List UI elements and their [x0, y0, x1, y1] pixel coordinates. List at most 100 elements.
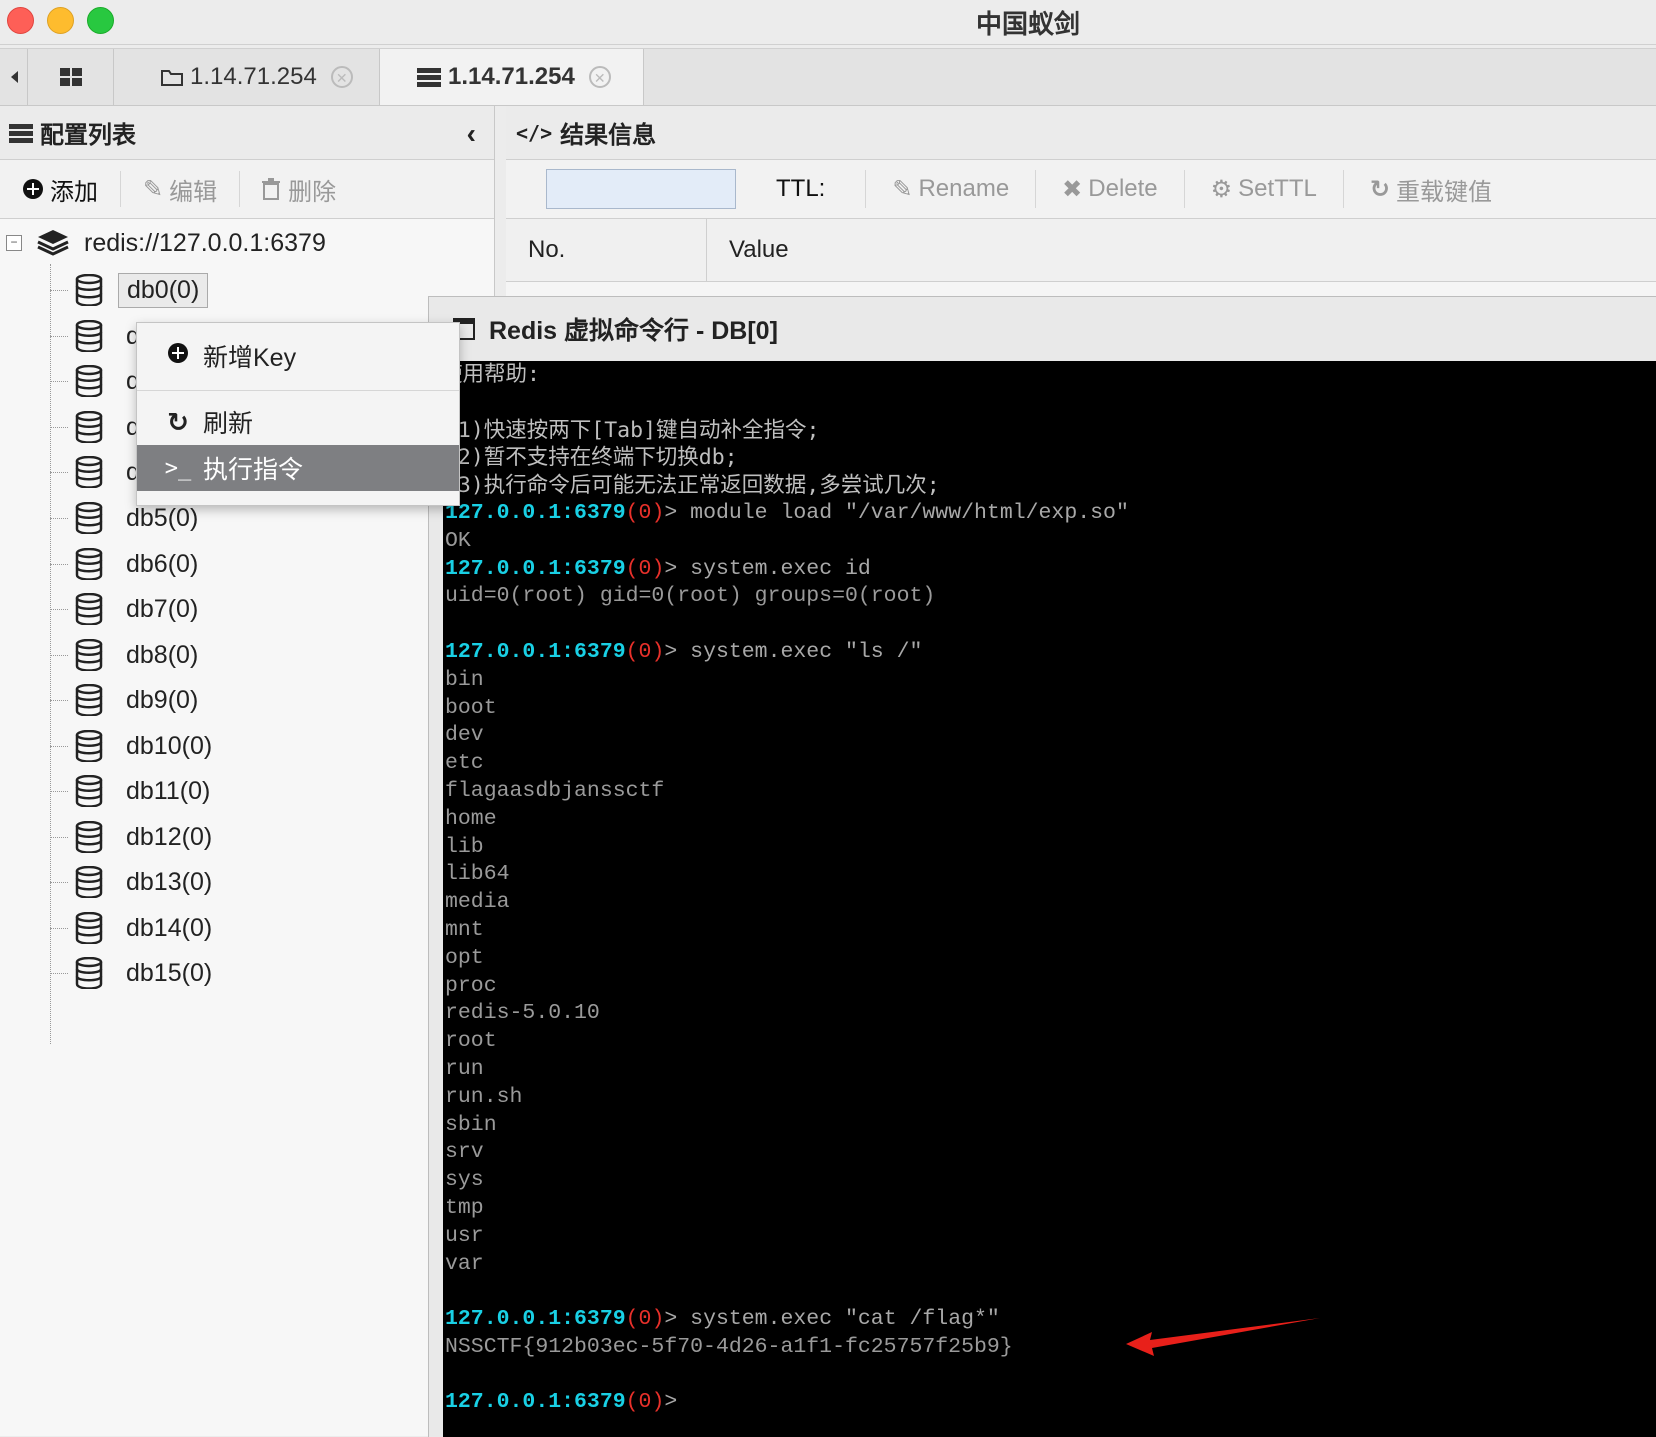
tree-item-db6[interactable]: db6(0): [50, 542, 206, 586]
tree-item-db11[interactable]: db11(0): [50, 769, 218, 813]
help-line: 1)快速按两下[Tab]键自动补全指令;: [457, 417, 820, 443]
tab-database[interactable]: 1.14.71.254 ✕: [380, 49, 644, 105]
collapse-chevron-icon[interactable]: ‹: [467, 118, 476, 150]
config-list-header: 配置列表 ‹: [0, 106, 494, 160]
title-bar: 中国蚁剑: [0, 0, 1656, 45]
database-icon: [75, 411, 103, 443]
delete-key-button[interactable]: ✖ Delete: [1035, 170, 1183, 208]
plus-circle-icon: [23, 179, 43, 199]
result-table-header: No. Value: [506, 219, 1656, 282]
prompt-db: (0): [625, 639, 665, 664]
prompt-host: 127.0.0.1:6379: [445, 639, 626, 664]
terminal-output[interactable]: 使用帮助: 1)快速按两下[Tab]键自动补全指令; 2)暂不支持在终端下切换d…: [443, 361, 1656, 1437]
tree-item-label: db7(0): [126, 594, 199, 623]
tree-item-label: db0(0): [118, 272, 209, 308]
command-text: module load "/var/www/html/exp.so": [690, 500, 1129, 525]
ls-entry: media: [445, 890, 510, 915]
database-icon: [75, 821, 103, 853]
help-line: 3)执行命令后可能无法正常返回数据,多尝试几次;: [457, 473, 940, 499]
rename-label: Rename: [918, 175, 1010, 202]
tab-scroll-left-button[interactable]: [0, 49, 28, 105]
tab-label: 1.14.71.254: [448, 63, 575, 90]
delete-button[interactable]: 删除: [240, 171, 358, 207]
tree-item-db10[interactable]: db10(0): [50, 724, 220, 768]
tab-bar: 1.14.71.254 ✕ 1.14.71.254 ✕: [0, 48, 1656, 106]
tree-item-db14[interactable]: db14(0): [50, 906, 220, 950]
rename-button[interactable]: ✎ Rename: [865, 170, 1035, 208]
menu-item-refresh[interactable]: ↻ 刷新: [137, 399, 459, 445]
redis-terminal-window: Redis 虚拟命令行 - DB[0] 使用帮助: 1)快速按两下[Tab]键自…: [428, 296, 1656, 1437]
tab-shell[interactable]: 1.14.71.254 ✕: [114, 49, 380, 105]
menu-item-label: 执行指令: [203, 456, 304, 484]
tab-close-icon[interactable]: ✕: [330, 66, 353, 88]
output-line: uid=0(root) gid=0(root) groups=0(root): [445, 584, 936, 609]
database-icon: [75, 548, 103, 580]
menu-item-new-key[interactable]: 新增Key: [137, 333, 459, 379]
tree-connector: [50, 426, 68, 428]
tree-item-label: db9(0): [126, 685, 199, 714]
column-no[interactable]: No.: [506, 219, 707, 281]
tree-connector: [50, 608, 68, 610]
help-title: 使用帮助:: [443, 362, 540, 387]
ls-entry: usr: [445, 1223, 484, 1248]
reload-button[interactable]: ↻ 重载键值: [1342, 170, 1518, 208]
edit-button[interactable]: ✎ 编辑: [121, 171, 241, 207]
prompt-db: (0): [625, 556, 665, 581]
add-label: 添加: [50, 178, 98, 206]
database-icon: [75, 639, 103, 671]
server-icon: [9, 123, 33, 143]
ls-entry: bin: [445, 667, 484, 692]
database-icon: [75, 775, 103, 807]
annotation-arrow-icon: [1126, 1318, 1320, 1356]
tree-item-db8[interactable]: db8(0): [50, 633, 206, 677]
ttl-label: TTL:: [776, 175, 826, 202]
tree-item-db0[interactable]: db0(0): [50, 268, 209, 312]
tree-root-node[interactable]: − redis://127.0.0.1:6379: [6, 228, 326, 258]
tree-connector: [50, 654, 68, 656]
ls-entry: tmp: [445, 1195, 484, 1220]
grid-icon: [59, 68, 82, 86]
ls-entry: lib: [445, 834, 484, 859]
tab-close-icon[interactable]: ✕: [588, 66, 611, 88]
tree-item-db9[interactable]: db9(0): [50, 678, 206, 722]
ls-entry: dev: [445, 723, 484, 748]
collapse-icon[interactable]: −: [6, 235, 22, 251]
context-menu: 新增Key ↻ 刷新 >_ 执行指令: [136, 322, 460, 506]
prompt-db: (0): [625, 500, 665, 525]
column-value[interactable]: Value: [707, 219, 1656, 281]
setttl-label: SetTTL: [1238, 175, 1317, 202]
prompt-host: 127.0.0.1:6379: [445, 1307, 626, 1332]
tree-item-label: db8(0): [126, 640, 199, 669]
tree-item-db15[interactable]: db15(0): [50, 951, 220, 995]
prompt-host: 127.0.0.1:6379: [445, 1390, 626, 1415]
tree-item-label: db6(0): [126, 549, 199, 578]
setttl-button[interactable]: ⚙ SetTTL: [1183, 170, 1343, 208]
tree-item-db13[interactable]: db13(0): [50, 860, 220, 904]
terminal-title: Redis 虚拟命令行 - DB[0]: [489, 317, 778, 345]
database-icon: [75, 957, 103, 989]
tree-item-db7[interactable]: db7(0): [50, 587, 206, 631]
edit-label: 编辑: [169, 178, 218, 206]
prompt-host: 127.0.0.1:6379: [445, 556, 626, 581]
add-button[interactable]: 添加: [0, 171, 121, 207]
key-input[interactable]: [546, 169, 736, 209]
ls-entry: etc: [445, 751, 484, 776]
prompt-line: 127.0.0.1:6379(0)>: [445, 1390, 691, 1415]
refresh-icon: ↻: [167, 406, 189, 437]
menu-item-exec-command[interactable]: >_ 执行指令: [137, 445, 459, 491]
ls-entry: redis-5.0.10: [445, 1001, 600, 1026]
edit-icon: ✎: [892, 175, 913, 203]
prompt-db: (0): [625, 1307, 665, 1332]
tree-connector: [50, 881, 68, 883]
layers-icon: [37, 230, 69, 256]
reload-label: 重载键值: [1395, 178, 1492, 206]
prompt-host: 127.0.0.1:6379: [445, 500, 626, 525]
ls-entry: proc: [445, 973, 497, 998]
ls-entry: mnt: [445, 917, 484, 942]
tree-item-db12[interactable]: db12(0): [50, 815, 220, 859]
tab-home[interactable]: [28, 49, 114, 105]
prompt-line: 127.0.0.1:6379(0)> system.exec id: [445, 556, 871, 581]
